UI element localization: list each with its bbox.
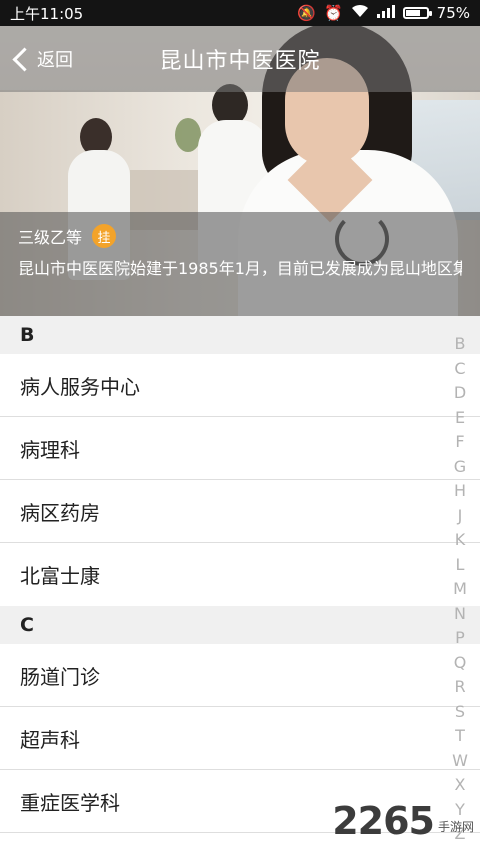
index-letter[interactable]: T <box>455 724 465 749</box>
status-bar: 上午11:05 🔕 ⏰ 75% <box>0 0 480 26</box>
list-item[interactable]: 病区药房 <box>0 480 480 543</box>
index-letter[interactable]: E <box>455 406 465 431</box>
index-letter[interactable]: N <box>454 602 466 627</box>
list-item[interactable]: 肠道门诊 <box>0 644 480 707</box>
index-letter[interactable]: W <box>452 749 468 774</box>
back-button[interactable]: 返回 <box>8 26 73 92</box>
alphabet-index[interactable]: B C D E F G H J K L M N P Q R S T W X Y … <box>450 332 470 847</box>
registration-badge[interactable]: 挂 <box>92 224 117 248</box>
status-icons: 🔕 ⏰ 75% <box>297 4 470 22</box>
index-letter[interactable]: K <box>455 528 466 553</box>
index-letter[interactable]: P <box>455 626 465 651</box>
mute-icon: 🔕 <box>297 4 316 22</box>
watermark-suffix: 手游网 <box>437 820 474 834</box>
index-letter[interactable]: Q <box>454 651 467 676</box>
hospital-description: 昆山市中医医院始建于1985年1月，目前已发展成为昆山地区集医疗、教学、科研、康… <box>18 259 462 278</box>
index-letter[interactable]: C <box>454 357 465 382</box>
list-item[interactable]: 病人服务中心 <box>0 354 480 417</box>
department-list: B 病人服务中心 病理科 病区药房 北富士康 C 肠道门诊 超声科 重症医学科 <box>0 316 480 833</box>
header-bar: 返回 昆山市中医医院 <box>0 26 480 92</box>
section-header-c: C <box>0 606 480 644</box>
battery-percent: 75% <box>436 4 470 22</box>
index-letter[interactable]: G <box>454 455 466 480</box>
watermark-number: 2265 <box>332 799 435 843</box>
alarm-icon: ⏰ <box>323 4 343 22</box>
index-letter[interactable]: F <box>455 430 464 455</box>
hospital-info: 三级乙等 挂 昆山市中医医院始建于1985年1月，目前已发展成为昆山地区集医疗、… <box>0 212 480 316</box>
index-letter[interactable]: R <box>454 675 465 700</box>
chevron-left-icon <box>12 46 37 72</box>
list-item[interactable]: 超声科 <box>0 707 480 770</box>
back-label: 返回 <box>37 50 73 71</box>
page-title: 昆山市中医医院 <box>159 49 321 74</box>
status-time: 上午11:05 <box>10 4 84 23</box>
index-letter[interactable]: H <box>454 479 466 504</box>
index-letter[interactable]: J <box>458 504 463 529</box>
index-letter[interactable]: M <box>453 577 467 602</box>
wifi-icon <box>351 4 369 22</box>
list-item[interactable]: 病理科 <box>0 417 480 480</box>
signal-icon <box>376 4 395 22</box>
index-letter[interactable]: X <box>455 773 466 798</box>
index-letter[interactable]: L <box>456 553 465 578</box>
index-letter[interactable]: D <box>454 381 466 406</box>
watermark-logo: 2265 手游网 <box>332 799 474 843</box>
index-letter[interactable]: S <box>455 700 465 725</box>
section-header-b: B <box>0 316 480 354</box>
list-item[interactable]: 北富士康 <box>0 543 480 606</box>
index-letter[interactable]: B <box>455 332 466 357</box>
hospital-level: 三级乙等 <box>18 228 83 247</box>
battery-icon <box>402 7 432 19</box>
